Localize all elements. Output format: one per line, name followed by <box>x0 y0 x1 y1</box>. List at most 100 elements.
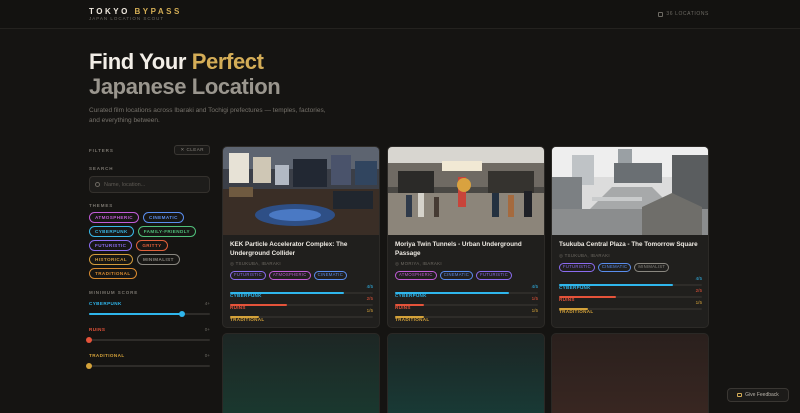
theme-chip-minimalist[interactable]: MINIMALIST <box>137 254 180 265</box>
app-logo[interactable]: TOKYO BYPASS <box>89 7 182 16</box>
card-score-bar <box>559 308 702 310</box>
feedback-icon <box>737 393 743 397</box>
card-tag-atmospheric[interactable]: ATMOSPHERIC <box>268 271 311 280</box>
location-card-placeholder[interactable] <box>222 333 380 413</box>
theme-chip-cyberpunk[interactable]: CYBERPUNK <box>89 226 134 237</box>
hero-title-accent: Perfect <box>191 49 264 74</box>
card-score-bar <box>559 284 702 286</box>
card-location-text: TSUKUBA, IBARAKI <box>235 261 281 266</box>
score-slider-fill <box>89 313 183 315</box>
card-location: ◎ TSUKUBA, IBARAKI <box>559 253 610 258</box>
top-header: TOKYO BYPASS JAPAN LOCATION SCOUT 36 LOC… <box>0 0 800 29</box>
score-slider-ruins: RUINS 0+ <box>86 327 210 347</box>
card-tag-cinematic[interactable]: CINEMATIC <box>439 271 474 280</box>
card-title[interactable]: KEK Particle Accelerator Complex: The Un… <box>230 241 375 258</box>
score-slider-track[interactable] <box>86 363 210 369</box>
location-card[interactable]: KEK Particle Accelerator Complex: The Un… <box>222 146 380 328</box>
score-slider-label: CYBERPUNK <box>89 301 122 306</box>
card-score-bar <box>559 296 702 298</box>
score-slider-cyberpunk: CYBERPUNK 4+ <box>89 301 210 321</box>
location-card[interactable]: Moriya Twin Tunnels - Urban Underground … <box>387 146 545 328</box>
location-photo-kek-collider <box>223 147 379 235</box>
score-slider-handle[interactable] <box>179 311 186 317</box>
location-count: 36 LOCATIONS <box>658 11 709 17</box>
location-card-placeholder[interactable] <box>387 333 545 413</box>
score-slider-value: 4+ <box>204 301 210 306</box>
hero-title-lead: Find Your <box>89 49 192 74</box>
card-score-value: 4/5 <box>531 284 538 289</box>
card-score-ruins: RUINS 1/5 <box>395 296 538 310</box>
card-score-bar <box>230 304 373 306</box>
card-tags: ATMOSPHERIC CINEMATIC FUTURISTIC <box>395 271 513 280</box>
card-score-bar <box>395 316 538 318</box>
location-count-text: 36 LOCATIONS <box>666 11 709 17</box>
card-score-bar-fill <box>559 284 674 286</box>
card-score-bar-fill <box>230 316 259 318</box>
card-location: ◎ MORIYA, IBARAKI <box>395 261 442 266</box>
card-score-traditional: TRADITIONAL 1/5 <box>395 308 538 322</box>
card-tag-cinematic[interactable]: CINEMATIC <box>597 263 632 272</box>
card-score-bar-fill <box>395 292 510 294</box>
score-slider-handle[interactable] <box>86 363 92 369</box>
location-photo-tsukuba-plaza <box>552 147 708 235</box>
score-slider-value: 0+ <box>204 327 210 332</box>
card-tag-futuristic[interactable]: FUTURISTIC <box>559 263 595 272</box>
card-location: ◎ TSUKUBA, IBARAKI <box>230 261 281 266</box>
theme-chip-historical[interactable]: HISTORICAL <box>89 254 133 265</box>
give-feedback-label: Give Feedback <box>745 392 779 398</box>
theme-chip-atmospheric[interactable]: ATMOSPHERIC <box>89 212 140 223</box>
card-score-value: 1/5 <box>531 308 538 313</box>
score-slider-traditional: TRADITIONAL 0+ <box>86 353 210 373</box>
theme-chip-futuristic[interactable]: FUTURISTIC <box>89 240 133 251</box>
score-slider-handle[interactable] <box>86 337 92 343</box>
card-score-cyberpunk: CYBERPUNK 4/5 <box>395 284 538 298</box>
theme-chip-traditional[interactable]: TRADITIONAL <box>89 268 137 279</box>
give-feedback-button[interactable]: Give Feedback <box>727 388 789 402</box>
theme-chip-family-friendly[interactable]: FAMILY-FRIENDLY <box>137 226 196 237</box>
card-location-text: TSUKUBA, IBARAKI <box>564 253 610 258</box>
grid-icon <box>658 11 664 17</box>
card-score-bar-fill <box>395 304 424 306</box>
score-slider-track[interactable] <box>86 337 210 343</box>
card-score-bar-fill <box>230 292 345 294</box>
card-title[interactable]: Tsukuba Central Plaza - The Tomorrow Squ… <box>559 241 704 250</box>
card-score-bar-fill <box>559 308 588 310</box>
logo-accent-text: BYPASS <box>134 7 182 16</box>
filters-header: FILTERS ✕ CLEAR <box>89 144 210 158</box>
card-location-text: MORIYA, IBARAKI <box>400 261 442 266</box>
logo-tagline: JAPAN LOCATION SCOUT <box>89 16 165 21</box>
card-score-ruins: RUINS 2/5 <box>230 296 373 310</box>
location-card[interactable]: Tsukuba Central Plaza - The Tomorrow Squ… <box>551 146 709 328</box>
filters-label: FILTERS <box>89 148 114 153</box>
location-card-placeholder[interactable] <box>551 333 709 413</box>
search-field[interactable] <box>89 176 210 193</box>
card-score-value: 2/5 <box>695 288 702 293</box>
card-tag-futuristic[interactable]: FUTURISTIC <box>476 271 513 280</box>
theme-chip-gritty[interactable]: GRITTY <box>136 240 168 251</box>
location-photo-moriya-tunnels <box>388 147 544 235</box>
clear-filters-button[interactable]: ✕ CLEAR <box>174 145 210 155</box>
card-tags: FUTURISTIC CINEMATIC MINIMALIST <box>559 263 670 272</box>
card-tag-cinematic[interactable]: CINEMATIC <box>313 271 348 280</box>
search-input[interactable] <box>104 181 204 188</box>
card-score-ruins: RUINS 2/5 <box>559 288 702 302</box>
card-score-traditional: TRADITIONAL 1/5 <box>559 300 702 314</box>
card-score-value: 2/5 <box>366 296 373 301</box>
theme-chip-cinematic[interactable]: CINEMATIC <box>143 212 184 223</box>
logo-main-text: TOKYO <box>89 7 135 16</box>
card-score-cyberpunk: CYBERPUNK 4/5 <box>230 284 373 298</box>
card-score-value: 1/5 <box>695 300 702 305</box>
hero-title-line2: Japanese Location <box>89 74 281 99</box>
score-slider-label: RUINS <box>89 327 106 332</box>
search-icon <box>95 182 100 187</box>
card-score-bar <box>230 292 373 294</box>
card-score-cyberpunk: CYBERPUNK 4/5 <box>559 276 702 290</box>
card-title[interactable]: Moriya Twin Tunnels - Urban Underground … <box>395 241 540 258</box>
card-tag-minimalist[interactable]: MINIMALIST <box>634 263 670 272</box>
card-tag-atmospheric[interactable]: ATMOSPHERIC <box>395 271 437 280</box>
hero-title: Find Your Perfect Japanese Location <box>89 49 281 99</box>
minimum-score-label: MINIMUM SCORE <box>89 290 139 295</box>
score-slider-track[interactable] <box>89 311 210 317</box>
card-score-value: 1/5 <box>366 308 373 313</box>
card-tag-futuristic[interactable]: FUTURISTIC <box>230 271 266 280</box>
